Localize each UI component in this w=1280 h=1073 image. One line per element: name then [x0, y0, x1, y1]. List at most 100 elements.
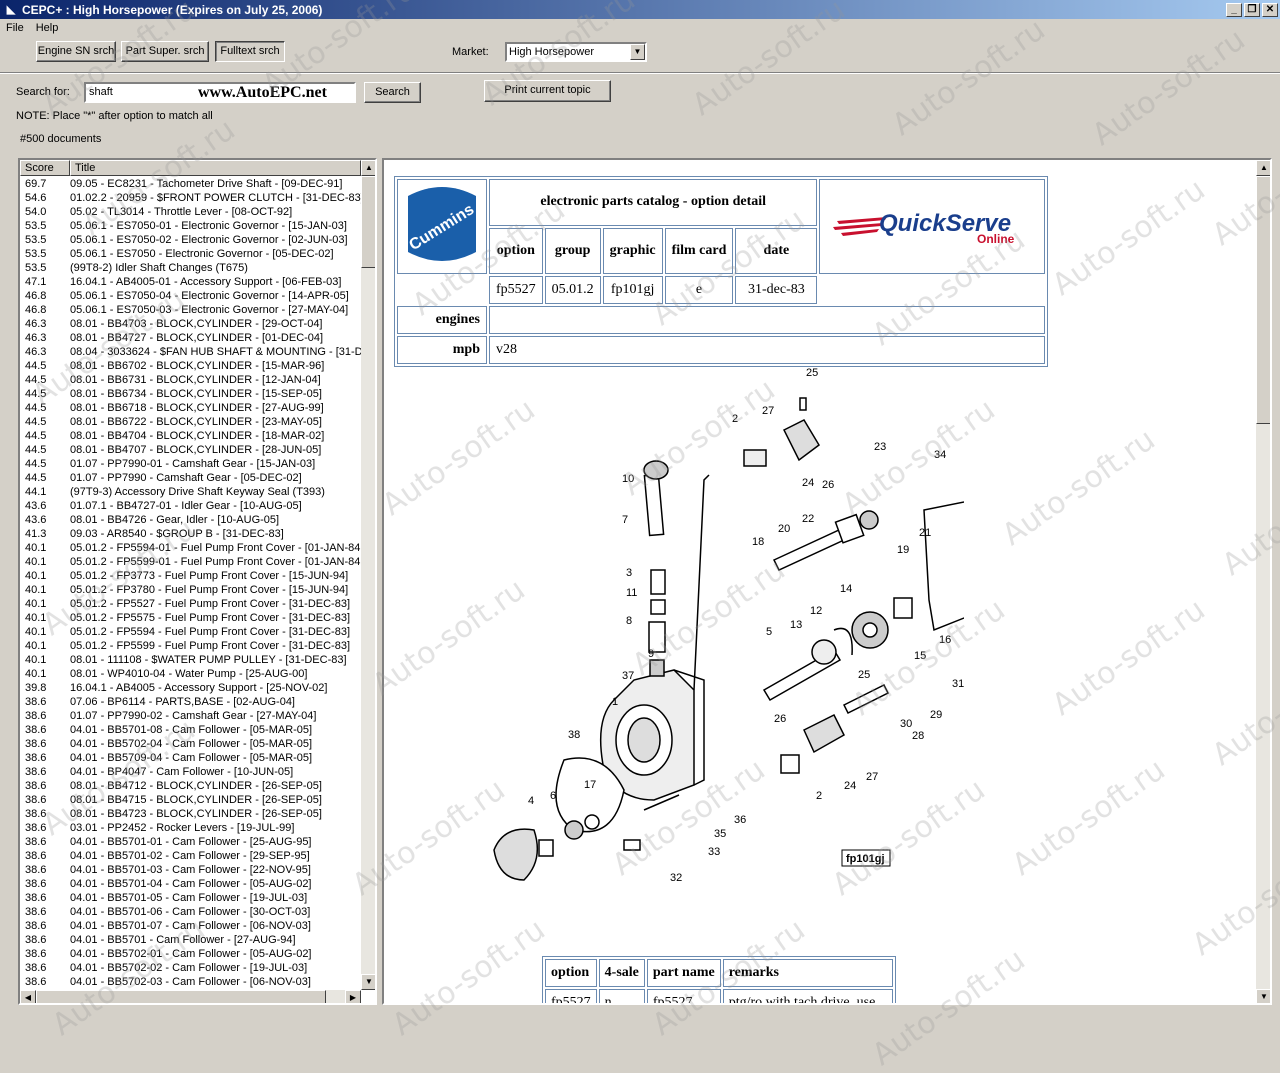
list-item[interactable]: 69.7 09.05 - EC8231 - Tachometer Drive Sh… [20, 177, 361, 191]
result-score: 38.6 [25, 850, 47, 862]
result-score: 38.6 [25, 710, 47, 722]
search-input[interactable]: shaft www.AutoEPC.net [84, 82, 356, 103]
list-item[interactable]: 38.6 04.01 - BB5702-04 - Cam Follower - [… [20, 737, 361, 751]
list-item[interactable]: 38.6 07.06 - BP6114 - PARTS,BASE - [02-AU… [20, 695, 361, 709]
list-item[interactable]: 40.1 05.01.2 - FP5575 - Fuel Pump Front C… [20, 611, 361, 625]
list-item[interactable]: 54.6 01.02.2 - 20959 - $FRONT POWER CLUTC… [20, 191, 361, 205]
list-item[interactable]: 38.6 04.01 - BB5701-07 - Cam Follower - [… [20, 919, 361, 933]
menu-help[interactable]: Help [30, 22, 65, 34]
list-item[interactable]: 53.5 05.06.1 - ES7050-02 - Electronic Gov… [20, 233, 361, 247]
list-item[interactable]: 40.1 05.01.2 - FP5527 - Fuel Pump Front C… [20, 597, 361, 611]
close-button[interactable]: ✕ [1262, 2, 1278, 17]
list-item[interactable]: 40.1 05.01.2 - FP5594 - Fuel Pump Front C… [20, 625, 361, 639]
list-item[interactable]: 44.5 08.01 - BB6702 - BLOCK,CYLINDER - [1… [20, 359, 361, 373]
list-item[interactable]: 40.1 08.01 - WP4010-04 - Water Pump - [25… [20, 667, 361, 681]
scroll-down-icon[interactable]: ▼ [361, 974, 375, 990]
list-item[interactable]: 40.1 05.01.2 - FP5599-01 - Fuel Pump Fron… [20, 555, 361, 569]
result-score: 41.3 [25, 528, 47, 540]
score-column-header[interactable]: Score [20, 160, 70, 176]
part-super-search-button[interactable]: Part Super. srch [121, 41, 209, 62]
market-select-value: High Horsepower [509, 46, 594, 58]
list-item[interactable]: 38.6 04.01 - BB5701-02 - Cam Follower - [… [20, 849, 361, 863]
cummins-logo-cell: Cummins [397, 179, 487, 274]
list-item[interactable]: 44.5 08.01 - BB6731 - BLOCK,CYLINDER - [1… [20, 373, 361, 387]
list-item[interactable]: 38.6 04.01 - BB5701-01 - Cam Follower - [… [20, 835, 361, 849]
list-item[interactable]: 40.1 05.01.2 - FP3780 - Fuel Pump Front C… [20, 583, 361, 597]
market-select[interactable]: High Horsepower ▼ [505, 42, 647, 62]
title-column-header[interactable]: Title [70, 160, 361, 176]
list-item[interactable]: 38.6 04.01 - BB5709-04 - Cam Follower - [… [20, 751, 361, 765]
list-item[interactable]: 46.8 05.06.1 - ES7050-03 - Electronic Gov… [20, 303, 361, 317]
callout-label: 23 [874, 441, 886, 453]
list-item[interactable]: 40.1 08.01 - 111108 - $WATER PUMP PULLEY … [20, 653, 361, 667]
list-item[interactable]: 44.5 08.01 - BB4704 - BLOCK,CYLINDER - [1… [20, 429, 361, 443]
chevron-down-icon[interactable]: ▼ [630, 44, 645, 60]
list-item[interactable]: 44.5 01.07 - PP7990-01 - Camshaft Gear - … [20, 457, 361, 471]
print-current-topic-button[interactable]: Print current topic [484, 80, 611, 102]
list-item[interactable]: 38.6 04.01 - BB5701-04 - Cam Follower - [… [20, 877, 361, 891]
fulltext-search-button[interactable]: Fulltext srch [215, 41, 285, 62]
scroll-right-icon[interactable]: ▶ [345, 990, 361, 1003]
list-item[interactable]: 38.6 01.07 - PP7990-02 - Camshaft Gear - … [20, 709, 361, 723]
list-item[interactable]: 38.6 08.01 - BB4723 - BLOCK,CYLINDER - [2… [20, 807, 361, 821]
result-title: 04.01 - BB5701-08 - Cam Follower - [05-M… [70, 724, 313, 736]
results-scroll-thumb[interactable] [361, 176, 375, 268]
detail-vscrollbar[interactable]: ▲ ▼ [1256, 160, 1270, 1003]
list-item[interactable]: 38.6 04.01 - BB5702-03 - Cam Follower - [… [20, 975, 361, 989]
list-item[interactable]: 47.1 16.04.1 - AB4005-01 - Accessory Supp… [20, 275, 361, 289]
search-button[interactable]: Search [364, 82, 421, 103]
list-item[interactable]: 46.3 08.04 - 3033624 - $FAN HUB SHAFT & M… [20, 345, 361, 359]
list-item[interactable]: 38.6 04.01 - BB5701-08 - Cam Follower - [… [20, 723, 361, 737]
result-title: 08.01 - BB6722 - BLOCK,CYLINDER - [23-MA… [70, 416, 322, 428]
results-vscrollbar[interactable]: ▲ ▼ [361, 160, 375, 990]
list-item[interactable]: 39.8 16.04.1 - AB4005 - Accessory Support… [20, 681, 361, 695]
result-title: 04.01 - BB5701 - Cam Follower - [27-AUG-… [70, 934, 296, 946]
figure-label: fp101gj [846, 853, 885, 865]
list-item[interactable]: 38.6 04.01 - BB5701 - Cam Follower - [27-… [20, 933, 361, 947]
list-item[interactable]: 38.6 04.01 - BP4047 - Cam Follower - [10-… [20, 765, 361, 779]
list-item[interactable]: 53.5 05.06.1 - ES7050 - Electronic Govern… [20, 247, 361, 261]
results-hscrollbar[interactable]: ◀ ▶ [20, 990, 361, 1003]
detail-scroll-down-icon[interactable]: ▼ [1256, 989, 1270, 1003]
list-item[interactable]: 38.6 08.01 - BB4712 - BLOCK,CYLINDER - [2… [20, 779, 361, 793]
list-item[interactable]: 38.6 04.01 - BB5701-05 - Cam Follower - [… [20, 891, 361, 905]
list-item[interactable]: 40.1 05.01.2 - FP5594-01 - Fuel Pump Fron… [20, 541, 361, 555]
list-item[interactable]: 44.5 08.01 - BB6734 - BLOCK,CYLINDER - [1… [20, 387, 361, 401]
scroll-up-icon[interactable]: ▲ [361, 160, 375, 176]
minimize-button[interactable]: _ [1226, 2, 1242, 17]
list-item[interactable]: 43.6 08.01 - BB4726 - Gear, Idler - [10-A… [20, 513, 361, 527]
list-item[interactable]: 41.3 09.03 - AR8540 - $GROUP B - [31-DEC-… [20, 527, 361, 541]
list-item[interactable]: 43.6 01.07.1 - BB4727-01 - Idler Gear - [… [20, 499, 361, 513]
scroll-left-icon[interactable]: ◀ [20, 990, 36, 1003]
list-item[interactable]: 44.5 01.07 - PP7990 - Camshaft Gear - [05… [20, 471, 361, 485]
callout-label: 4 [528, 795, 534, 807]
list-item[interactable]: 44.5 08.01 - BB6718 - BLOCK,CYLINDER - [2… [20, 401, 361, 415]
menu-file[interactable]: File [0, 22, 30, 34]
list-item[interactable]: 38.6 04.01 - BB5701-06 - Cam Follower - [… [20, 905, 361, 919]
result-score: 40.1 [25, 626, 47, 638]
restore-button[interactable]: ❐ [1244, 2, 1260, 17]
result-score: 38.6 [25, 948, 47, 960]
list-item[interactable]: 46.3 08.01 - BB4703 - BLOCK,CYLINDER - [2… [20, 317, 361, 331]
engine-sn-search-button[interactable]: Engine SN srch [36, 41, 116, 62]
list-item[interactable]: 38.6 04.01 - BB5702-01 - Cam Follower - [… [20, 947, 361, 961]
detail-scroll-thumb[interactable] [1256, 176, 1270, 424]
list-item[interactable]: 44.1 (97T9-3) Accessory Drive Shaft Keywa… [20, 485, 361, 499]
list-item[interactable]: 40.1 05.01.2 - FP3773 - Fuel Pump Front C… [20, 569, 361, 583]
list-item[interactable]: 44.5 08.01 - BB4707 - BLOCK,CYLINDER - [2… [20, 443, 361, 457]
list-item[interactable]: 38.6 04.01 - BB5701-03 - Cam Follower - [… [20, 863, 361, 877]
list-item[interactable]: 53.5 05.06.1 - ES7050-01 - Electronic Gov… [20, 219, 361, 233]
result-score: 38.6 [25, 878, 47, 890]
list-item[interactable]: 38.6 04.01 - BB5702-02 - Cam Follower - [… [20, 961, 361, 975]
list-item[interactable]: 46.3 08.01 - BB4727 - BLOCK,CYLINDER - [0… [20, 331, 361, 345]
list-item[interactable]: 53.5 (99T8-2) Idler Shaft Changes (T675) [20, 261, 361, 275]
list-item[interactable]: 38.6 03.01 - PP2452 - Rocker Levers - [19… [20, 821, 361, 835]
diagram-drawing [493, 397, 964, 881]
results-hscroll-thumb[interactable] [36, 990, 326, 1003]
list-item[interactable]: 40.1 05.01.2 - FP5599 - Fuel Pump Front C… [20, 639, 361, 653]
list-item[interactable]: 54.0 05.02 - TL3014 - Throttle Lever - [0… [20, 205, 361, 219]
list-item[interactable]: 44.5 08.01 - BB6722 - BLOCK,CYLINDER - [2… [20, 415, 361, 429]
list-item[interactable]: 38.6 08.01 - BB4715 - BLOCK,CYLINDER - [2… [20, 793, 361, 807]
detail-scroll-up-icon[interactable]: ▲ [1256, 160, 1270, 176]
list-item[interactable]: 46.8 05.06.1 - ES7050-04 - Electronic Gov… [20, 289, 361, 303]
